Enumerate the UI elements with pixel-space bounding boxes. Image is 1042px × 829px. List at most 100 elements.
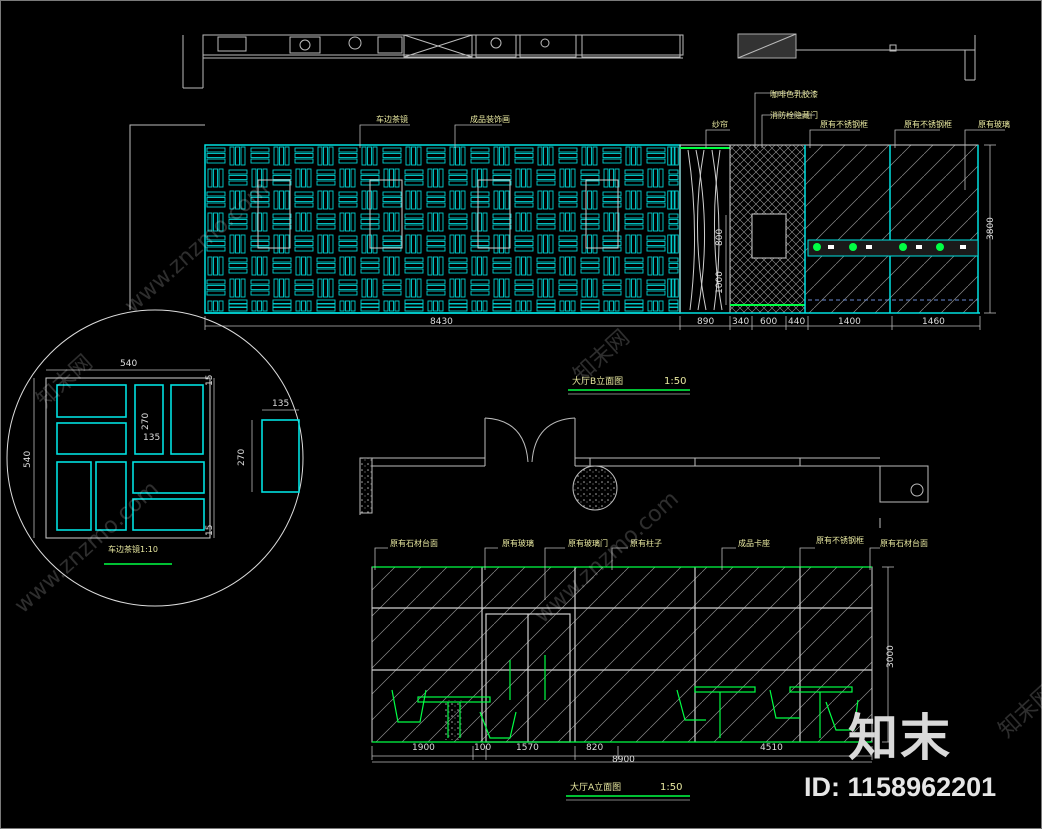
lattice-bar — [559, 256, 565, 276]
lattice-bar — [514, 191, 534, 197]
lattice-bar — [345, 256, 350, 276]
lattice-bar — [228, 180, 248, 186]
lattice-bar — [646, 235, 666, 241]
lattice-bar — [448, 257, 468, 263]
lattice-bar — [558, 202, 578, 208]
lattice-bar — [636, 234, 642, 254]
lattice-bar — [383, 212, 389, 232]
lattice-bar — [580, 169, 600, 175]
lattice-bar — [294, 279, 314, 285]
lattice-bar — [602, 158, 622, 164]
lattice-bar — [658, 256, 664, 276]
lattice-bar — [514, 241, 534, 246]
lattice-bar — [558, 246, 578, 252]
lattice-bar — [602, 279, 622, 285]
lattice-bar — [306, 256, 312, 276]
lattice-bar — [470, 191, 490, 197]
lattice-bar — [558, 153, 578, 158]
lattice-bar — [558, 235, 578, 241]
lattice-bar — [213, 168, 218, 188]
lattice-bar — [455, 146, 460, 166]
lattice-bar — [338, 290, 358, 296]
lattice-bar — [416, 146, 422, 166]
lattice-bar — [383, 168, 389, 188]
lattice-bar — [294, 235, 314, 241]
lattice-bar — [587, 278, 592, 298]
lattice-bar — [316, 268, 336, 274]
lattice-bar — [646, 290, 666, 296]
lattice-bar — [526, 168, 532, 188]
lattice-bar — [323, 278, 328, 298]
detail-dim-1: 540 — [23, 451, 33, 468]
lattice-bar — [206, 197, 226, 202]
lattice-bar — [536, 180, 556, 186]
lattice-bar — [382, 235, 402, 241]
dim-a-3: 820 — [586, 743, 603, 753]
label-b-6: 原有不锈钢框 — [904, 119, 952, 129]
lattice-bar — [514, 202, 534, 208]
lattice-bar — [394, 212, 400, 232]
lattice-bar — [636, 278, 642, 298]
lattice-bar — [262, 256, 268, 276]
lattice-bar — [636, 146, 642, 166]
lattice-bar — [323, 234, 328, 254]
lattice-bar — [647, 212, 653, 232]
lattice-bar — [625, 146, 631, 166]
lattice-bar — [372, 190, 378, 210]
lattice-bar — [235, 278, 240, 298]
lattice-bar — [515, 300, 521, 312]
lattice-bar — [367, 278, 372, 298]
lattice-bar — [647, 168, 653, 188]
dim-a-height: 3000 — [886, 645, 896, 668]
label-a-6: 原有石材台面 — [880, 538, 928, 548]
lattice-bar — [492, 169, 512, 175]
lattice-bar — [470, 197, 490, 202]
lattice-bar — [301, 168, 306, 188]
lattice-bar — [570, 256, 576, 276]
lattice-bar — [603, 212, 609, 232]
lattice-bar — [404, 224, 424, 230]
lattice-bar — [587, 234, 592, 254]
lattice-bar — [361, 146, 367, 166]
lattice-bar — [389, 256, 394, 276]
lattice-bar — [426, 147, 446, 153]
lattice-bar — [514, 285, 534, 290]
lattice-bar — [653, 256, 658, 276]
lattice-bar — [580, 257, 600, 263]
dim-b-5: 1400 — [838, 317, 861, 327]
lattice-bar — [492, 213, 512, 219]
lattice-bar — [603, 256, 609, 276]
lattice-bar — [284, 234, 290, 254]
dim-b-3: 600 — [760, 317, 777, 327]
lattice-bar — [668, 257, 679, 263]
lattice-bar — [653, 300, 658, 312]
lattice-bar — [328, 190, 334, 210]
lattice-bar — [514, 158, 534, 164]
lattice-bar — [565, 256, 570, 276]
lattice-bar — [631, 146, 636, 166]
lattice-bar — [587, 190, 592, 210]
lattice-bar — [504, 278, 510, 298]
lattice-bar — [427, 300, 433, 312]
dim-a-4: 4510 — [760, 743, 783, 753]
lattice-bar — [558, 290, 578, 296]
lattice-bar — [306, 212, 312, 232]
lattice-bar — [316, 175, 336, 180]
lattice-bar — [521, 256, 526, 276]
lattice-bar — [235, 234, 240, 254]
lattice-bar — [317, 234, 323, 254]
lattice-bar — [404, 175, 424, 180]
lattice-bar — [536, 263, 556, 268]
lattice-bar — [668, 219, 679, 224]
lattice-bar — [228, 175, 248, 180]
lattice-bar — [206, 158, 226, 164]
lattice-bar — [536, 213, 556, 219]
lattice-bar — [411, 278, 416, 298]
lattice-bar — [471, 168, 477, 188]
label-a-5: 原有不锈钢框 — [816, 535, 864, 545]
label-b-5: 原有不锈钢框 — [820, 119, 868, 129]
lattice-bar — [536, 268, 556, 274]
lattice-bar — [504, 146, 510, 166]
lattice-bar — [416, 278, 422, 298]
lattice-bar — [470, 235, 490, 241]
